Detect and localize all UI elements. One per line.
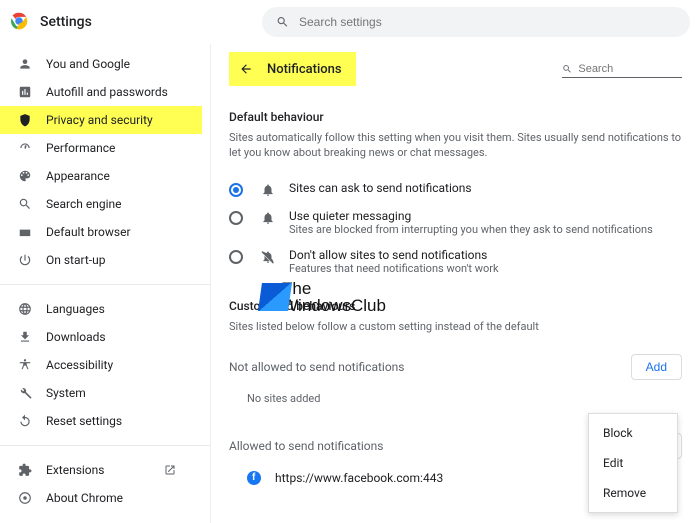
shield-icon [18, 113, 32, 127]
sidebar-item-label: Reset settings [46, 414, 122, 428]
section-description: Sites automatically follow this setting … [229, 130, 682, 161]
sidebar-item-default-browser[interactable]: Default browser [0, 218, 202, 246]
bell-off-icon [261, 250, 275, 264]
radio-label: Don't allow sites to send notifications [289, 248, 499, 262]
allowed-label: Allowed to send notifications [229, 439, 383, 453]
sidebar-item-label: Accessibility [46, 358, 113, 372]
section-title: Default behaviour [229, 110, 682, 124]
radio-input[interactable] [229, 250, 243, 264]
section-description: Sites listed below follow a custom setti… [229, 319, 682, 334]
sidebar: You and Google Autofill and passwords Pr… [0, 44, 210, 523]
radio-input[interactable] [229, 183, 243, 197]
page-title-block: Notifications [229, 52, 356, 86]
radio-sublabel: Sites are blocked from interrupting you … [289, 223, 653, 236]
bell-icon [261, 211, 275, 225]
search-icon [276, 15, 289, 29]
sidebar-item-system[interactable]: System [0, 379, 202, 407]
open-external-icon [164, 464, 176, 476]
radio-option-dont-allow[interactable]: Don't allow sites to send notifications … [229, 242, 682, 281]
back-button[interactable] [233, 56, 259, 82]
no-sites-message: No sites added [229, 386, 682, 411]
autofill-icon [18, 85, 32, 99]
download-icon [18, 330, 32, 344]
person-icon [18, 57, 32, 71]
chrome-logo-icon [10, 12, 40, 33]
sidebar-item-label: About Chrome [46, 491, 123, 505]
sidebar-item-label: System [46, 386, 86, 400]
site-url: https://www.facebook.com:443 [275, 471, 443, 485]
default-behaviour-section: Default behaviour Sites automatically fo… [229, 110, 682, 281]
page-title: Notifications [267, 62, 342, 77]
sidebar-item-search-engine[interactable]: Search engine [0, 190, 202, 218]
sidebar-item-languages[interactable]: Languages [0, 295, 202, 323]
radio-option-ask[interactable]: Sites can ask to send notifications [229, 175, 682, 203]
browser-icon [18, 225, 32, 239]
palette-icon [18, 169, 32, 183]
sidebar-item-accessibility[interactable]: Accessibility [0, 351, 202, 379]
facebook-icon [247, 471, 261, 485]
speedometer-icon [18, 141, 32, 155]
power-icon [18, 253, 32, 267]
main-content: Notifications Default behaviour Sites au… [210, 44, 700, 523]
page-search[interactable] [562, 61, 682, 78]
radio-label: Use quieter messaging [289, 209, 653, 223]
sidebar-item-label: On start-up [46, 253, 105, 267]
sidebar-item-reset[interactable]: Reset settings [0, 407, 202, 435]
add-not-allowed-button[interactable]: Add [631, 354, 682, 380]
global-search[interactable] [262, 7, 690, 37]
radio-label: Sites can ask to send notifications [289, 181, 472, 195]
sidebar-item-appearance[interactable]: Appearance [0, 162, 202, 190]
search-icon [562, 63, 572, 75]
bell-icon [261, 183, 275, 197]
sidebar-item-you-and-google[interactable]: You and Google [0, 50, 202, 78]
sidebar-item-startup[interactable]: On start-up [0, 246, 202, 274]
sidebar-item-label: Search engine [46, 197, 121, 211]
radio-input[interactable] [229, 211, 243, 225]
sidebar-item-label: Extensions [46, 463, 104, 477]
arrow-left-icon [239, 62, 253, 76]
sidebar-item-performance[interactable]: Performance [0, 134, 202, 162]
radio-option-quieter[interactable]: Use quieter messaging Sites are blocked … [229, 203, 682, 242]
search-icon [18, 197, 32, 211]
header-title: Settings [40, 14, 92, 30]
wrench-icon [18, 386, 32, 400]
sidebar-item-label: Downloads [46, 330, 106, 344]
sidebar-item-label: Appearance [46, 169, 110, 183]
page-search-input[interactable] [578, 63, 682, 75]
radio-sublabel: Features that need notifications won't w… [289, 262, 499, 275]
globe-icon [18, 302, 32, 316]
sidebar-item-label: Privacy and security [46, 113, 153, 127]
menu-edit[interactable]: Edit [589, 448, 677, 478]
app-header: Settings [0, 0, 700, 44]
sidebar-item-autofill[interactable]: Autofill and passwords [0, 78, 202, 106]
sidebar-item-extensions[interactable]: Extensions [0, 456, 202, 484]
sidebar-item-label: Languages [46, 302, 105, 316]
sidebar-item-label: Performance [46, 141, 115, 155]
menu-block[interactable]: Block [589, 418, 677, 448]
accessibility-icon [18, 358, 32, 372]
not-allowed-row: Not allowed to send notifications Add [229, 348, 682, 386]
sidebar-item-label: Autofill and passwords [46, 85, 168, 99]
sidebar-item-downloads[interactable]: Downloads [0, 323, 202, 351]
global-search-input[interactable] [299, 15, 676, 29]
sidebar-item-privacy-security[interactable]: Privacy and security [0, 106, 202, 134]
sidebar-item-label: Default browser [46, 225, 131, 239]
site-context-menu: Block Edit Remove [588, 413, 678, 513]
sidebar-item-about[interactable]: About Chrome [0, 484, 202, 512]
chrome-icon [18, 491, 32, 505]
sidebar-item-label: You and Google [46, 57, 130, 71]
menu-remove[interactable]: Remove [589, 478, 677, 508]
extension-icon [18, 463, 32, 477]
reset-icon [18, 414, 32, 428]
section-title: Customised behaviours [229, 299, 682, 313]
not-allowed-label: Not allowed to send notifications [229, 360, 404, 374]
